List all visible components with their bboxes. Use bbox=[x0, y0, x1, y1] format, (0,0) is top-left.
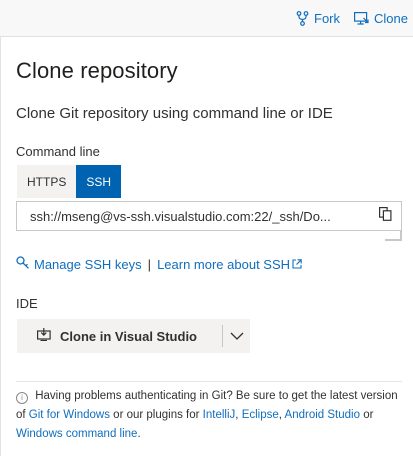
tab-ssh[interactable]: SSH bbox=[76, 165, 122, 198]
page-title: Clone repository bbox=[16, 58, 178, 83]
learn-more-ssh-link[interactable]: Learn more about SSH bbox=[157, 257, 290, 272]
link-separator: | bbox=[147, 256, 152, 272]
ssh-links: Manage SSH keys | Learn more about SSH bbox=[16, 255, 302, 273]
git-for-windows-link[interactable]: Git for Windows bbox=[29, 409, 110, 421]
help-comma-1: , bbox=[235, 409, 239, 421]
manage-ssh-keys-link[interactable]: Manage SSH keys bbox=[34, 257, 142, 272]
eclipse-link[interactable]: Eclipse bbox=[242, 409, 279, 421]
copy-url-button[interactable] bbox=[369, 202, 401, 230]
top-toolbar: Fork Clone bbox=[0, 0, 413, 37]
fork-button[interactable]: Fork bbox=[296, 8, 340, 28]
ide-dropdown-button[interactable] bbox=[223, 319, 250, 353]
clone-button[interactable]: Clone bbox=[354, 8, 408, 28]
command-line-label: Command line bbox=[16, 144, 100, 159]
clone-url-field[interactable]: ssh://mseng@vs-ssh.visualstudio.com:22/_… bbox=[16, 201, 402, 231]
help-text-2: or our plugins for bbox=[113, 409, 200, 421]
fork-label: Fork bbox=[314, 10, 340, 26]
clone-to-ide-icon bbox=[37, 328, 51, 344]
android-studio-link[interactable]: Android Studio bbox=[285, 409, 360, 421]
protocol-pivot: HTTPS SSH bbox=[17, 165, 122, 198]
authentication-help-text: i Having problems authenticating in Git?… bbox=[16, 387, 400, 444]
help-comma-2: , bbox=[278, 409, 282, 421]
clone-icon bbox=[354, 11, 369, 25]
chevron-down-icon bbox=[230, 327, 244, 345]
clone-label: Clone bbox=[374, 10, 408, 26]
copy-icon bbox=[378, 206, 392, 226]
clone-in-visual-studio-button[interactable]: Clone in Visual Studio bbox=[17, 319, 222, 353]
clone-in-ide-split-button: Clone in Visual Studio bbox=[17, 319, 250, 353]
help-period: . bbox=[137, 428, 141, 440]
clone-in-visual-studio-label: Clone in Visual Studio bbox=[60, 328, 197, 344]
windows-command-line-link[interactable]: Windows command line bbox=[16, 428, 137, 440]
tab-https[interactable]: HTTPS bbox=[17, 165, 77, 198]
ide-label: IDE bbox=[16, 296, 38, 311]
help-text-3: or bbox=[363, 409, 374, 421]
key-icon bbox=[16, 256, 30, 272]
info-icon: i bbox=[16, 392, 28, 404]
resize-handle[interactable] bbox=[385, 231, 402, 241]
panel-subtitle: Clone Git repository using command line … bbox=[16, 105, 333, 122]
clone-repository-panel: Clone repository Clone Git repository us… bbox=[0, 37, 413, 456]
clone-url-text[interactable]: ssh://mseng@vs-ssh.visualstudio.com:22/_… bbox=[30, 209, 350, 224]
divider bbox=[16, 381, 402, 382]
fork-icon bbox=[296, 10, 309, 26]
intellij-link[interactable]: IntelliJ bbox=[203, 409, 236, 421]
external-link-icon bbox=[292, 257, 302, 272]
